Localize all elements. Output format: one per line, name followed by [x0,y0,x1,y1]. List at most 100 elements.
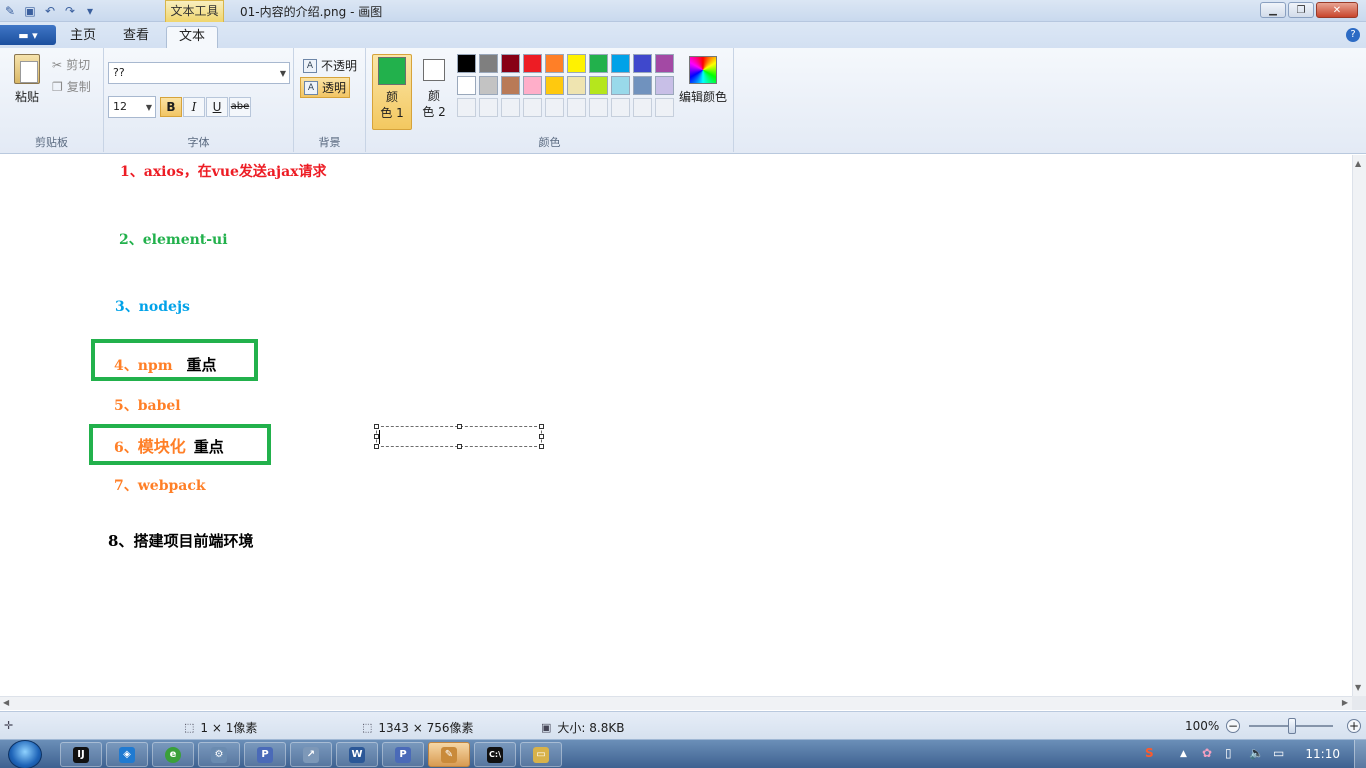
help-icon[interactable]: ? [1346,28,1360,42]
start-button[interactable] [8,740,42,768]
undo-icon[interactable]: ↶ [42,3,58,19]
palette-empty-slot[interactable] [523,98,542,117]
redo-icon[interactable]: ↷ [62,3,78,19]
taskbar-vscode[interactable]: ◈ [106,742,148,767]
tray-expand-icon[interactable]: ▲ [1180,749,1187,759]
resize-handle[interactable] [539,444,544,449]
scroll-left-icon[interactable]: ◀ [3,698,9,707]
palette-swatch[interactable] [523,54,542,73]
font-size-select[interactable]: 12 ▼ [108,96,156,118]
palette-swatch[interactable] [589,54,608,73]
resize-handle[interactable] [457,444,462,449]
opaque-option[interactable]: A 不透明 [300,56,360,75]
palette-empty-slot[interactable] [589,98,608,117]
scroll-up-icon[interactable]: ▲ [1355,159,1361,168]
palette-swatch[interactable] [567,76,586,95]
resize-handle[interactable] [539,424,544,429]
palette-swatch[interactable] [479,76,498,95]
minimize-button[interactable]: ▁ [1260,2,1286,18]
horizontal-scrollbar[interactable]: ◀ ▶ [0,696,1352,710]
canvas-line-5: 5、babel [114,398,181,414]
resize-handle[interactable] [374,424,379,429]
palette-swatch[interactable] [655,76,674,95]
palette-swatch[interactable] [567,54,586,73]
palette-swatch[interactable] [545,76,564,95]
palette-swatch[interactable] [523,76,542,95]
palette-swatch[interactable] [633,54,652,73]
resize-handle[interactable] [539,434,544,439]
palette-swatch[interactable] [633,76,652,95]
strikethrough-button[interactable]: abe [229,97,251,117]
selection-icon: ⬚ [184,721,195,734]
palette-swatch[interactable] [501,54,520,73]
palette-empty-slot[interactable] [479,98,498,117]
palette-empty-slot[interactable] [545,98,564,117]
palette-swatch[interactable] [611,76,630,95]
clock[interactable]: 11:10 [1305,747,1340,761]
palette-empty-slot[interactable] [633,98,652,117]
maximize-button[interactable]: ❐ [1288,2,1314,18]
transparent-option[interactable]: A 透明 [300,77,351,98]
volume-icon[interactable]: 🔈 [1249,746,1264,760]
palette-swatch[interactable] [501,76,520,95]
tab-home[interactable]: 主页 [58,26,108,48]
palette-empty-slot[interactable] [567,98,586,117]
show-desktop-button[interactable] [1354,740,1366,768]
taskbar-ppt[interactable]: P [244,742,286,767]
tab-view[interactable]: 查看 [111,26,161,48]
taskbar-intellij-idea[interactable]: IJ [60,742,102,767]
paint-app-icon[interactable]: ✎ [2,3,18,19]
color-palette [457,54,674,117]
taskbar-cmd[interactable]: C:\ [474,742,516,767]
resize-handle[interactable] [374,444,379,449]
palette-swatch[interactable] [589,76,608,95]
flower-icon[interactable]: ✿ [1202,746,1212,760]
zoom-in-button[interactable]: + [1347,719,1361,733]
font-family-select[interactable]: ?? ▼ [108,62,290,84]
taskbar-explorer[interactable]: ▭ [520,742,562,767]
paste-button[interactable]: 粘贴 [8,54,46,105]
palette-empty-slot[interactable] [611,98,630,117]
color2-button[interactable]: 颜 色 2 [414,54,454,130]
taskbar-paint[interactable]: ✎ [428,742,470,767]
palette-empty-slot[interactable] [501,98,520,117]
palette-swatch[interactable] [457,76,476,95]
input-method-icon[interactable]: S [1145,746,1154,760]
drawing-canvas[interactable]: 1、axios，在vue发送ajax请求 2、element-ui 3、node… [0,155,1352,696]
taskbar-tool[interactable]: ↗ [290,742,332,767]
qat-dropdown-icon[interactable]: ▾ [82,3,98,19]
palette-swatch[interactable] [479,54,498,73]
selection-size-value: 1 × 1像素 [200,721,258,735]
tab-text[interactable]: 文本 [166,26,219,48]
palette-swatch[interactable] [611,54,630,73]
taskbar-browser[interactable]: e [152,742,194,767]
terminal-icon: C:\ [487,746,503,763]
zoom-out-button[interactable]: − [1226,719,1240,733]
network-icon[interactable]: ▭ [1273,746,1284,760]
palette-swatch[interactable] [545,54,564,73]
close-button[interactable]: ✕ [1316,2,1358,18]
italic-button[interactable]: I [183,97,205,117]
underline-button[interactable]: U [206,97,228,117]
resize-handle[interactable] [457,424,462,429]
taskbar-ppt2[interactable]: P [382,742,424,767]
color1-button[interactable]: 颜 色 1 [372,54,412,130]
cut-button[interactable]: ✂ 剪切 [52,56,90,73]
scroll-down-icon[interactable]: ▼ [1355,683,1361,692]
palette-swatch[interactable] [457,54,476,73]
bold-button[interactable]: B [160,97,182,117]
palette-empty-slot[interactable] [457,98,476,117]
edit-colors-button[interactable]: 编辑颜色 [678,56,728,105]
scroll-right-icon[interactable]: ▶ [1342,698,1348,707]
device-icon[interactable]: ▯ [1225,746,1232,760]
vertical-scrollbar[interactable]: ▲ ▼ [1352,155,1366,696]
palette-swatch[interactable] [655,54,674,73]
palette-empty-slot[interactable] [655,98,674,117]
save-icon[interactable]: ▣ [22,3,38,19]
taskbar-gear-app[interactable]: ⚙ [198,742,240,767]
paint-menu-button[interactable]: ▬ ▾ [0,25,56,45]
taskbar-word[interactable]: W [336,742,378,767]
zoom-slider-thumb[interactable] [1288,718,1296,734]
copy-button[interactable]: ❐ 复制 [52,78,91,95]
text-entry-box[interactable] [374,424,544,449]
